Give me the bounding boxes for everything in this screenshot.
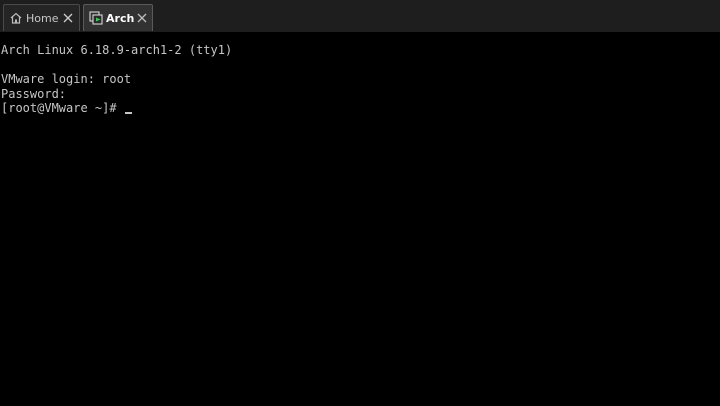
tab-arch-label: Arch bbox=[106, 11, 135, 25]
console-line-login: VMware login: root bbox=[1, 72, 132, 86]
close-icon bbox=[63, 13, 73, 23]
close-icon bbox=[137, 13, 147, 23]
vmware-window: Home Arch Arch Linux 6.18.9-arch1-2 (tty… bbox=[0, 0, 720, 406]
tab-arch-close-button[interactable] bbox=[134, 10, 150, 26]
tab-home-close-button[interactable] bbox=[60, 10, 76, 26]
console-line-prompt: [root@VMware ~]# bbox=[1, 101, 720, 116]
tab-bar: Home Arch bbox=[0, 0, 720, 32]
tab-home-label: Home bbox=[26, 11, 59, 25]
shell-prompt: [root@VMware ~]# bbox=[1, 101, 124, 115]
console-line-banner: Arch Linux 6.18.9-arch1-2 (tty1) bbox=[1, 43, 233, 57]
home-icon bbox=[10, 12, 22, 24]
vm-icon bbox=[89, 11, 103, 25]
text-cursor bbox=[124, 112, 132, 114]
vm-console[interactable]: Arch Linux 6.18.9-arch1-2 (tty1) VMware … bbox=[0, 36, 720, 406]
tab-home[interactable]: Home bbox=[3, 4, 80, 31]
console-line-password: Password: bbox=[1, 86, 67, 101]
tab-arch[interactable]: Arch bbox=[83, 4, 153, 31]
